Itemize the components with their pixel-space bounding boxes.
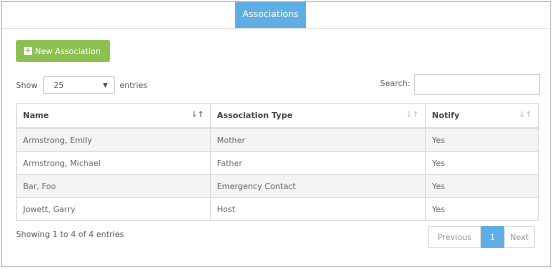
column-header-association-type[interactable]: Association Type ↓↑ — [210, 103, 426, 129]
page-1-button[interactable]: 1 — [481, 226, 504, 248]
tab-associations[interactable]: Associations — [235, 2, 306, 29]
plus-icon: + — [24, 46, 32, 55]
entries-select-value: 25 — [53, 80, 64, 90]
table-row: Armstrong, Michael Father Yes — [16, 151, 539, 175]
sort-ascending-icon: ⇂↑ — [190, 110, 204, 119]
table-row: Bar, Foo Emergency Contact Yes — [16, 174, 539, 198]
cell-name: Armstrong, Emily — [16, 127, 211, 152]
pagination: Previous 1 Next — [428, 226, 535, 248]
cell-association-type: Mother — [210, 127, 426, 152]
previous-page-button[interactable]: Previous — [428, 226, 481, 248]
search-label: Search: — [380, 79, 411, 88]
column-header-label: Association Type — [217, 111, 293, 120]
entries-label: entries — [119, 80, 148, 90]
sort-icon: ↓↑ — [518, 110, 532, 119]
next-page-button[interactable]: Next — [504, 226, 535, 248]
column-header-label: Name — [23, 111, 49, 120]
column-header-notify[interactable]: Notify ↓↑ — [425, 103, 539, 129]
sort-icon: ↓↑ — [405, 110, 419, 119]
column-header-name[interactable]: Name ⇂↑ — [16, 103, 211, 129]
cell-notify: Yes — [425, 174, 539, 198]
length-control: Show 25 ▼ entries — [16, 75, 147, 95]
cell-name: Jowett, Garry — [16, 197, 211, 221]
cell-name: Bar, Foo — [16, 174, 211, 198]
caret-down-icon: ▼ — [102, 81, 108, 89]
cell-association-type: Emergency Contact — [210, 174, 426, 198]
cell-name: Armstrong, Michael — [16, 151, 211, 175]
table-row: Jowett, Garry Host Yes — [16, 197, 539, 221]
entries-select[interactable]: 25 ▼ — [42, 76, 115, 94]
cell-notify: Yes — [425, 151, 539, 175]
tab-divider — [2, 28, 552, 29]
cell-notify: Yes — [425, 197, 539, 221]
cell-association-type: Father — [210, 151, 426, 175]
search-input[interactable] — [414, 74, 540, 95]
cell-association-type: Host — [210, 197, 426, 221]
new-association-button[interactable]: + New Association — [16, 40, 110, 62]
column-header-label: Notify — [432, 111, 460, 120]
table-info: Showing 1 to 4 of 4 entries — [16, 230, 124, 239]
associations-table: Name ⇂↑ Association Type ↓↑ Notify ↓↑ Ar… — [16, 103, 539, 221]
new-association-label: New Association — [35, 46, 101, 56]
show-label: Show — [16, 80, 38, 90]
table-row: Armstrong, Emily Mother Yes — [16, 127, 539, 152]
cell-notify: Yes — [425, 127, 539, 152]
